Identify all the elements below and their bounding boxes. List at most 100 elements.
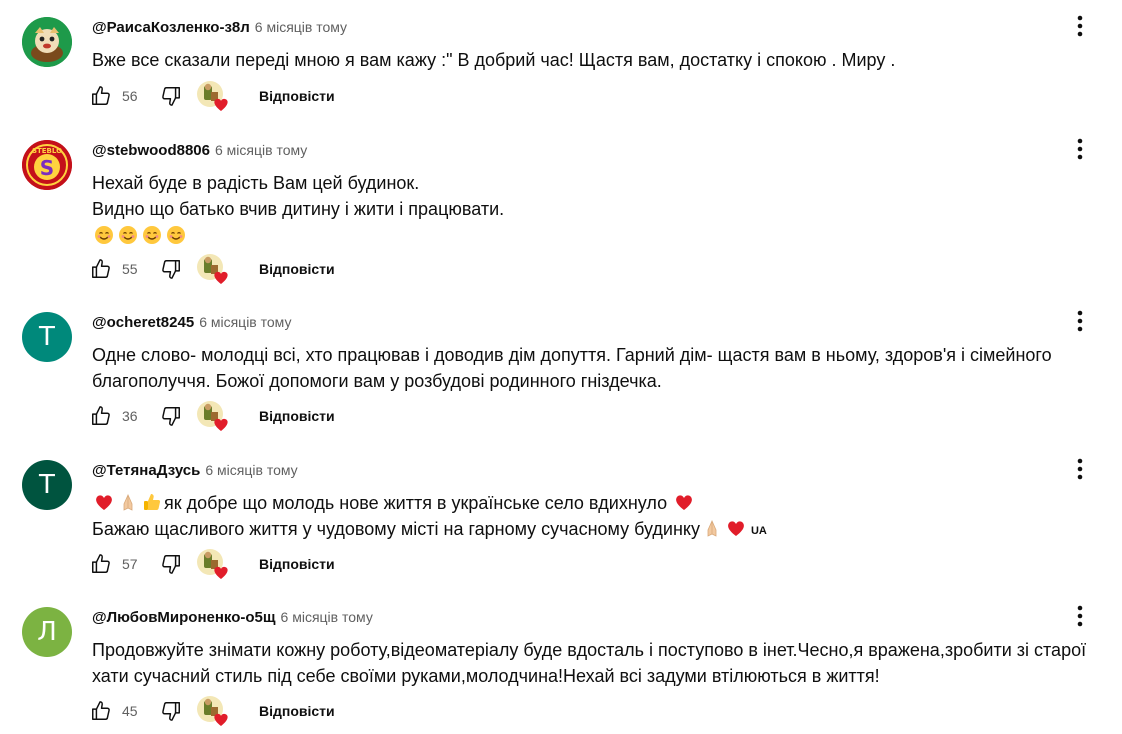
comment-text-line: як добре що молодь нове життя в українсь…: [92, 490, 1092, 516]
creator-heart-icon: [197, 696, 228, 726]
creator-heart-icon: [197, 401, 228, 431]
avatar[interactable]: Т: [22, 460, 72, 510]
thumb-down-icon: [162, 702, 180, 721]
more-vertical-icon: [1077, 605, 1083, 627]
like-button[interactable]: [90, 700, 112, 722]
comment-time[interactable]: 6 місяців тому: [199, 314, 291, 330]
comment-text-line: Бажаю щасливого життя у чудовому місті н…: [92, 516, 1092, 544]
creator-heart-badge[interactable]: [196, 253, 230, 287]
more-actions-button[interactable]: [1066, 306, 1094, 336]
avatar[interactable]: [22, 17, 72, 67]
creator-heart-icon: [197, 254, 228, 284]
comment-author[interactable]: @ocheret8245: [92, 314, 194, 331]
like-button[interactable]: [90, 405, 112, 427]
comment-text: як добре що молодь нове життя в українсь…: [92, 490, 1092, 544]
smiling-face-emoji-icon: [143, 226, 161, 244]
avatar-letter: Т: [39, 322, 55, 352]
like-button[interactable]: [90, 258, 112, 280]
more-vertical-icon: [1077, 138, 1083, 160]
smiling-face-emoji-icon: [119, 226, 137, 244]
thumb-up-icon: [92, 554, 110, 573]
emoji-row: [92, 222, 1092, 249]
like-count: 55: [122, 261, 138, 277]
comment-text: Нехай буде в радість Вам цей будинок. Ви…: [92, 170, 1092, 249]
reply-button[interactable]: Відповісти: [259, 554, 335, 574]
like-button[interactable]: [90, 85, 112, 107]
avatar-logo-letter: S: [40, 156, 54, 180]
avatar[interactable]: STEBLO S: [22, 140, 72, 190]
reply-button[interactable]: Відповісти: [259, 259, 335, 279]
thumbs-up-emoji-icon: [144, 494, 161, 510]
comment-text-line: Одне слово- молодці всі, хто працював і …: [92, 345, 1052, 365]
avatar[interactable]: Т: [22, 312, 72, 362]
comment-time[interactable]: 6 місяців тому: [205, 462, 297, 478]
comment-author[interactable]: @РаисаКозленко-з8л: [92, 19, 250, 36]
comment-header: @ТетянаДзусь 6 місяців тому: [92, 460, 298, 480]
like-count: 45: [122, 703, 138, 719]
thumb-up-icon: [92, 701, 110, 720]
creator-heart-icon: [197, 549, 228, 579]
thumb-down-icon: [162, 260, 180, 279]
comment-actions: 57 Відповісти: [90, 548, 390, 582]
more-actions-button[interactable]: [1066, 601, 1094, 631]
comment-header: @ЛюбовМироненко-о5щ 6 місяців тому: [92, 607, 373, 627]
more-actions-button[interactable]: [1066, 134, 1094, 164]
dislike-button[interactable]: [160, 85, 182, 107]
avatar[interactable]: Л: [22, 607, 72, 657]
creator-heart-badge[interactable]: [196, 400, 230, 434]
folded-hands-emoji-icon: [123, 494, 133, 511]
comment-author[interactable]: @ТетянаДзусь: [92, 462, 200, 479]
like-count: 56: [122, 88, 138, 104]
like-button[interactable]: [90, 553, 112, 575]
smiling-face-emoji-icon: [167, 226, 185, 244]
dislike-button[interactable]: [160, 258, 182, 280]
avatar-letter: Т: [39, 470, 55, 500]
comment-text: Продовжуйте знімати кожну роботу,відеома…: [92, 637, 1092, 689]
creator-heart-badge[interactable]: [196, 80, 230, 114]
comment-text-line: Вже все сказали переді мною я вам кажу :…: [92, 50, 896, 70]
creator-heart-badge[interactable]: [196, 548, 230, 582]
thumb-down-icon: [162, 555, 180, 574]
comment-text: Одне слово- молодці всі, хто працював і …: [92, 342, 1092, 394]
reply-button[interactable]: Відповісти: [259, 86, 335, 106]
comment-header: @ocheret8245 6 місяців тому: [92, 312, 291, 332]
reply-button[interactable]: Відповісти: [259, 406, 335, 426]
red-heart-emoji-icon: [676, 495, 693, 510]
comment-actions: 45 Відповісти: [90, 695, 390, 729]
dislike-button[interactable]: [160, 700, 182, 722]
thumb-up-icon: [92, 406, 110, 425]
thumb-up-icon: [92, 86, 110, 105]
comment-text-segment: як добре що молодь нове життя в українсь…: [164, 493, 668, 513]
creator-heart-badge[interactable]: [196, 695, 230, 729]
comment-actions: 56 Відповісти: [90, 80, 390, 114]
comment-text-line: хати сучасний стиль під себе своїми рука…: [92, 666, 880, 686]
comment-text-line: Видно що батько вчив дитину і жити і пра…: [92, 199, 505, 219]
comment-actions: 55 Відповісти: [90, 253, 390, 287]
comment-text-line: Продовжуйте знімати кожну роботу,відеома…: [92, 640, 1087, 660]
smiling-face-emoji-icon: [95, 226, 113, 244]
dislike-button[interactable]: [160, 553, 182, 575]
steblo-logo-avatar-icon: STEBLO S: [22, 140, 72, 190]
like-count: 36: [122, 408, 138, 424]
dislike-button[interactable]: [160, 405, 182, 427]
more-actions-button[interactable]: [1066, 454, 1094, 484]
comment-author[interactable]: @ЛюбовМироненко-о5щ: [92, 609, 276, 626]
comment-time[interactable]: 6 місяців тому: [281, 609, 373, 625]
thumb-down-icon: [162, 87, 180, 106]
comment-time[interactable]: 6 місяців тому: [215, 142, 307, 158]
comment-text-line: Нехай буде в радість Вам цей будинок.: [92, 173, 420, 193]
comment-time[interactable]: 6 місяців тому: [255, 19, 347, 35]
more-vertical-icon: [1077, 458, 1083, 480]
comment-text-line: благополуччя. Божої допомоги вам у розбу…: [92, 371, 662, 391]
cartoon-character-avatar-icon: [22, 17, 72, 67]
more-vertical-icon: [1077, 310, 1083, 332]
ua-flag-label: UA: [750, 525, 767, 537]
comment-text-segment: Бажаю щасливого життя у чудовому місті н…: [92, 519, 700, 539]
comment-text: Вже все сказали переді мною я вам кажу :…: [92, 47, 1092, 73]
red-heart-emoji-icon: [728, 521, 744, 536]
comment-author[interactable]: @stebwood8806: [92, 142, 210, 159]
avatar-letter: Л: [37, 617, 57, 647]
comment-header: @РаисаКозленко-з8л 6 місяців тому: [92, 17, 347, 37]
more-actions-button[interactable]: [1066, 11, 1094, 41]
reply-button[interactable]: Відповісти: [259, 701, 335, 721]
